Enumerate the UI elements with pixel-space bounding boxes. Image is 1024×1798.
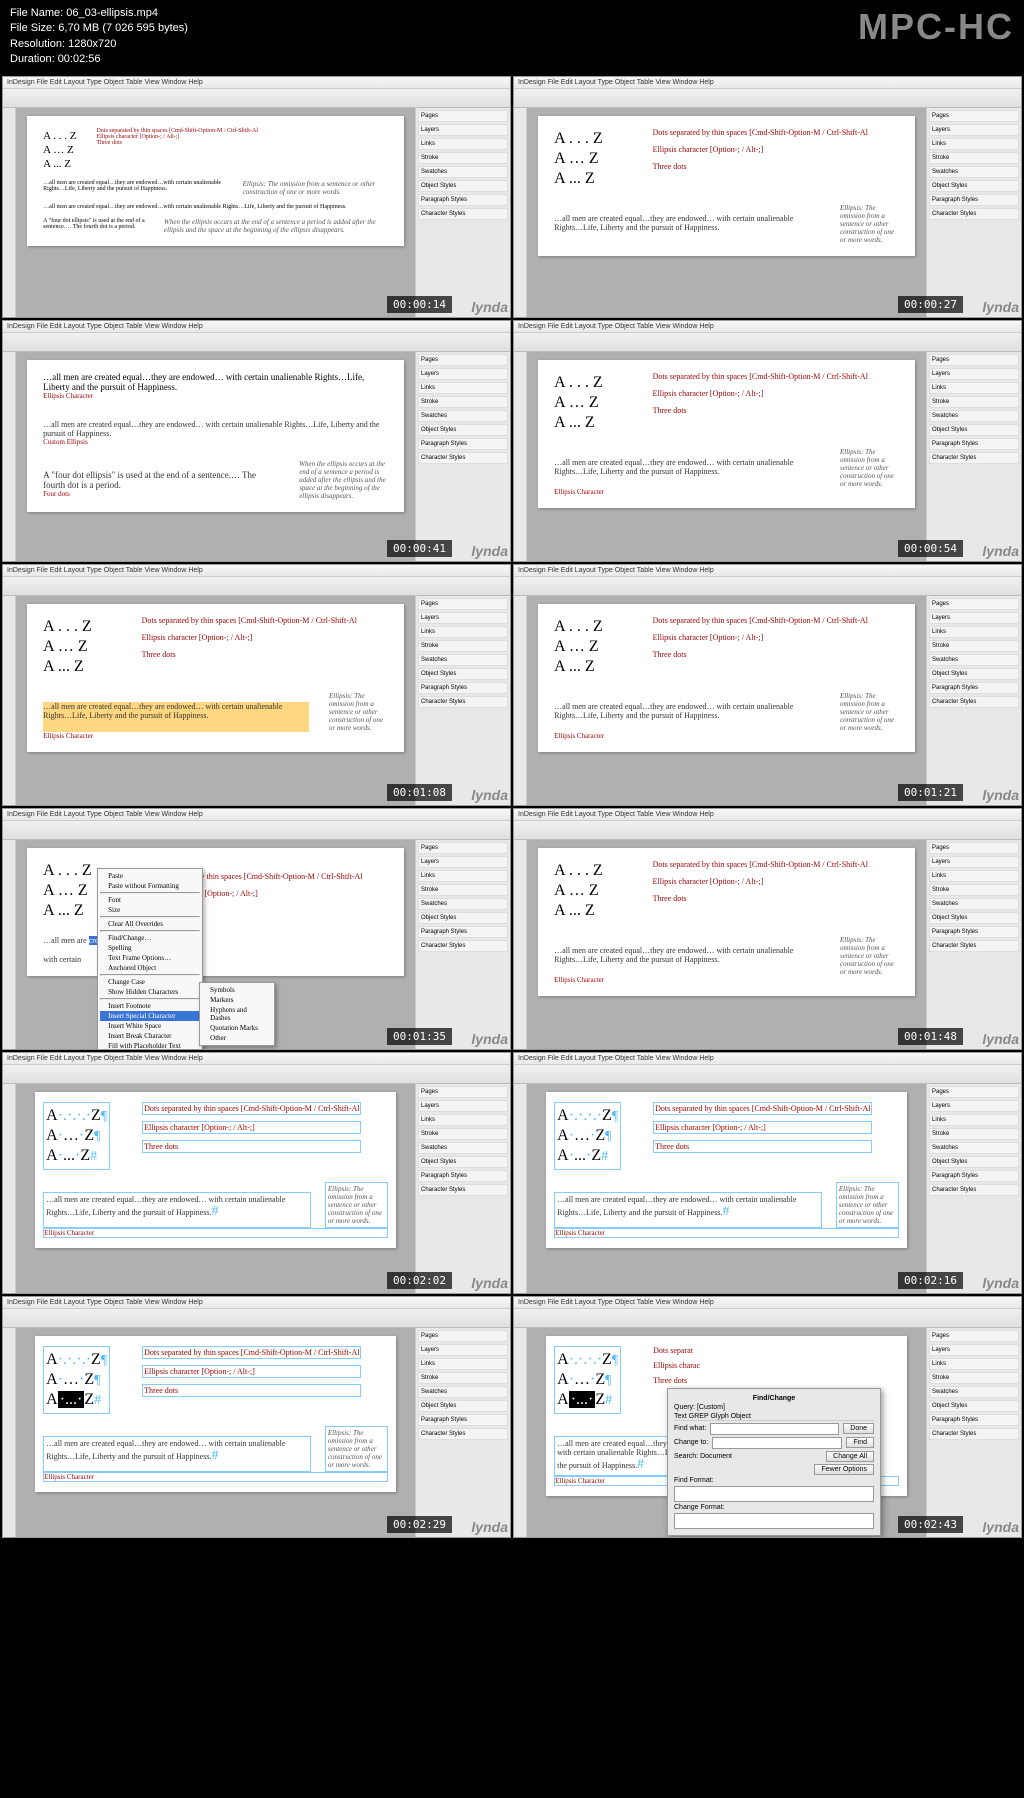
thumbnail[interactable]: InDesign File Edit Layout Type Object Ta… bbox=[513, 76, 1022, 318]
toolbar bbox=[3, 89, 510, 108]
file-size: File Size: 6,70 MB (7 026 595 bytes) bbox=[10, 21, 188, 36]
menubar: InDesign File Edit Layout Type Object Ta… bbox=[3, 77, 510, 89]
text-selection: ·...· bbox=[58, 1391, 85, 1408]
thumbnail[interactable]: InDesign File Edit Layout Type Object Ta… bbox=[2, 808, 511, 1050]
file-info: File Name: 06_03-ellipsis.mp4 File Size:… bbox=[10, 6, 188, 68]
thumbnail[interactable]: InDesign File Edit Layout Type Object Ta… bbox=[2, 320, 511, 562]
done-button[interactable]: Done bbox=[843, 1423, 874, 1434]
submenu[interactable]: Symbols Markers Hyphens and Dashes Quota… bbox=[199, 982, 275, 1046]
find-button[interactable]: Find bbox=[846, 1437, 874, 1448]
thumbnail[interactable]: InDesign File Edit Layout Type Object Ta… bbox=[2, 564, 511, 806]
app-logo: MPC-HC bbox=[858, 6, 1014, 48]
thumbnail[interactable]: InDesign File Edit Layout Type Object Ta… bbox=[513, 320, 1022, 562]
find-change-dialog[interactable]: Find/Change Query: [Custom] Text GREP Gl… bbox=[667, 1388, 881, 1536]
timestamp: 00:00:14 bbox=[387, 296, 452, 313]
duration: Duration: 00:02:56 bbox=[10, 52, 188, 67]
player-header: File Name: 06_03-ellipsis.mp4 File Size:… bbox=[0, 0, 1024, 74]
thumbnail-grid: InDesign File Edit Layout Type Object Ta… bbox=[0, 74, 1024, 1540]
thumbnail[interactable]: InDesign File Edit Layout Type Object Ta… bbox=[2, 1052, 511, 1294]
thumbnail[interactable]: InDesign File Edit Layout Type Object Ta… bbox=[513, 564, 1022, 806]
find-what-input[interactable] bbox=[710, 1423, 839, 1435]
context-menu[interactable]: Paste Paste without Formatting Font Size… bbox=[97, 868, 203, 1050]
lynda-logo: lynda bbox=[471, 299, 508, 315]
file-name: File Name: 06_03-ellipsis.mp4 bbox=[10, 6, 188, 21]
selected-text: …all men are created equal…they are endo… bbox=[43, 702, 309, 732]
change-all-button[interactable]: Change All bbox=[826, 1451, 874, 1462]
fewer-options-button[interactable]: Fewer Options bbox=[814, 1464, 874, 1475]
change-to-input[interactable] bbox=[712, 1437, 842, 1449]
thumbnail[interactable]: InDesign File Edit Layout Type Object Ta… bbox=[2, 1296, 511, 1538]
thumbnail[interactable]: InDesign File Edit Layout Type Object Ta… bbox=[513, 1052, 1022, 1294]
thumbnail[interactable]: InDesign File Edit Layout Type Object Ta… bbox=[2, 76, 511, 318]
thumbnail[interactable]: InDesign File Edit Layout Type Object Ta… bbox=[513, 1296, 1022, 1538]
tool-palette bbox=[3, 108, 16, 318]
az-hidden: A·.·.·.·Z¶ bbox=[46, 1107, 107, 1125]
thumbnail[interactable]: InDesign File Edit Layout Type Object Ta… bbox=[513, 808, 1022, 1050]
resolution: Resolution: 1280x720 bbox=[10, 37, 188, 52]
panels: PagesLayersLinksStrokeSwatchesObject Sty… bbox=[415, 108, 510, 318]
